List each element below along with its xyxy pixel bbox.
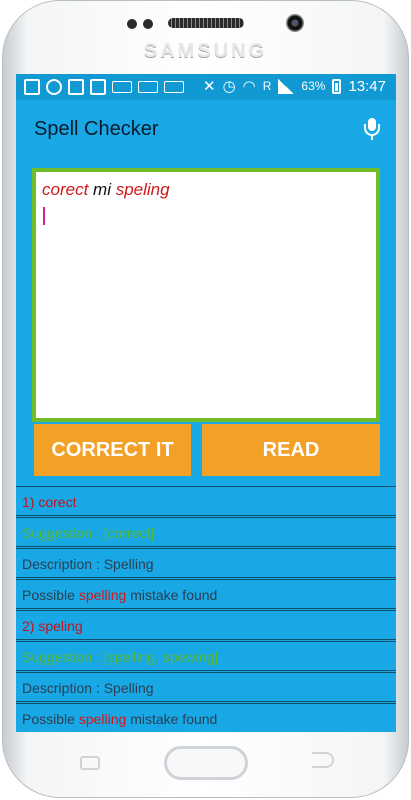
clock: 13:47 bbox=[348, 77, 386, 95]
status-bar: ✕ ◷ ◠ R 63% 13:47 bbox=[16, 74, 396, 100]
note-highlight: spelling bbox=[78, 587, 127, 603]
recent-apps-button[interactable] bbox=[80, 756, 100, 770]
misspelled-word: speling bbox=[115, 180, 170, 199]
system-icons: ✕ ◷ ◠ R 63% 13:47 bbox=[202, 77, 386, 96]
note-suffix: mistake found bbox=[130, 587, 218, 603]
result-note: Possible spelling mistake found bbox=[16, 579, 396, 609]
note-prefix: Possible bbox=[22, 711, 75, 727]
wifi-icon: ◠ bbox=[242, 78, 256, 95]
moon-icon bbox=[46, 79, 62, 95]
text-input[interactable]: corect mi speling bbox=[32, 168, 380, 422]
correct-it-button[interactable]: CORRECT IT bbox=[34, 424, 191, 476]
misspelled-word: corect bbox=[42, 180, 89, 199]
top-bezel: SAMSUNG bbox=[0, 0, 411, 74]
battery-percent: 63% bbox=[301, 79, 326, 93]
app-title: Spell Checker bbox=[34, 118, 159, 140]
result-suggestion: Suggestion : [correct] bbox=[16, 517, 396, 547]
result-description: Description : Spelling bbox=[16, 672, 396, 702]
app-screen: ✕ ◷ ◠ R 63% 13:47 Spell Checker corect m… bbox=[16, 74, 396, 732]
word: mi bbox=[93, 180, 111, 199]
mtv-icon bbox=[138, 81, 158, 93]
result-suggestion: Suggestion : [spelling, spewing] bbox=[16, 641, 396, 671]
read-button[interactable]: READ bbox=[202, 424, 380, 476]
signal-icon bbox=[278, 78, 295, 94]
home-button[interactable] bbox=[164, 746, 248, 780]
result-note: Possible spelling mistake found bbox=[16, 703, 396, 732]
mail-icon bbox=[90, 79, 106, 95]
proximity-sensor bbox=[127, 19, 137, 29]
earpiece-speaker bbox=[168, 18, 244, 28]
add-icon bbox=[24, 79, 40, 95]
results-list: 1) corect Suggestion : [correct] Descrip… bbox=[16, 486, 396, 732]
roaming-indicator: R bbox=[262, 79, 272, 93]
alarm-icon: ◷ bbox=[222, 78, 236, 95]
light-sensor bbox=[143, 19, 153, 29]
note-prefix: Possible bbox=[22, 587, 75, 603]
image-icon bbox=[68, 79, 84, 95]
microphone-icon[interactable] bbox=[364, 118, 380, 142]
back-button[interactable] bbox=[312, 752, 334, 768]
notification-icons bbox=[24, 79, 184, 95]
text-cursor bbox=[43, 207, 45, 225]
note-highlight: spelling bbox=[78, 711, 127, 727]
result-heading: 1) corect bbox=[16, 486, 396, 516]
battery-icon bbox=[332, 78, 342, 94]
front-camera bbox=[286, 14, 304, 32]
result-heading: 2) speling bbox=[16, 610, 396, 640]
input-text: corect mi speling bbox=[42, 180, 170, 200]
result-description: Description : Spelling bbox=[16, 548, 396, 578]
mute-icon: ✕ bbox=[202, 78, 216, 95]
brand-logo: SAMSUNG bbox=[143, 40, 268, 62]
app-toolbar: Spell Checker bbox=[16, 100, 396, 158]
hardware-navigation bbox=[0, 742, 411, 792]
note-suffix: mistake found bbox=[130, 711, 218, 727]
mtv-icon bbox=[112, 81, 132, 93]
mtv-icon bbox=[164, 81, 184, 93]
